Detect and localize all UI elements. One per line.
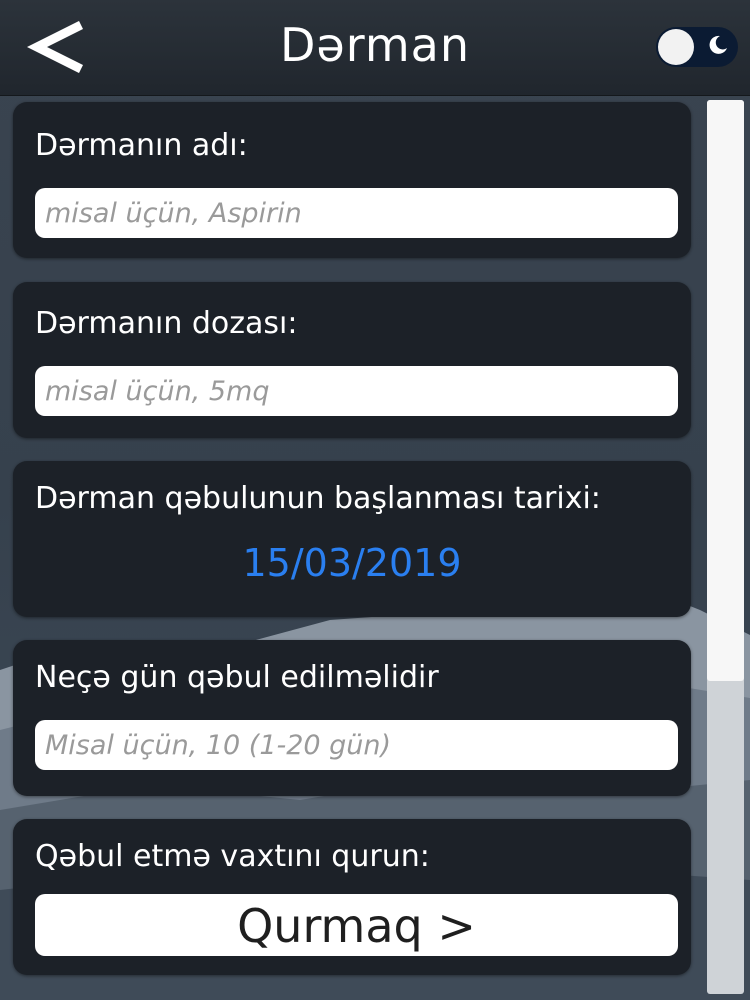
start-date-label: Dərman qəbulunun başlanması tarixi: — [35, 481, 601, 516]
page-title: Dərman — [280, 18, 470, 72]
dose-label: Dərmanın dozası: — [35, 306, 298, 341]
scrollbar-thumb[interactable] — [707, 100, 744, 681]
name-label: Dərmanın adı: — [35, 128, 248, 163]
days-card: Neçə gün qəbul edilməlidir Misal üçün, 1… — [13, 640, 691, 796]
days-input[interactable]: Misal üçün, 10 (1-20 gün) — [35, 720, 678, 770]
schedule-label: Qəbul etmə vaxtını qurun: — [35, 839, 430, 874]
toggle-knob — [658, 29, 694, 65]
moon-icon — [709, 35, 727, 54]
days-label: Neçə gün qəbul edilməlidir — [35, 660, 439, 695]
start-date-card: Dərman qəbulunun başlanması tarixi: 15/0… — [13, 461, 691, 617]
scrollbar[interactable] — [707, 100, 744, 994]
name-card: Dərmanın adı: misal üçün, Aspirin — [13, 102, 691, 258]
start-date-value[interactable]: 15/03/2019 — [13, 541, 691, 585]
dose-card: Dərmanın dozası: misal üçün, 5mq — [13, 282, 691, 438]
name-input[interactable]: misal üçün, Aspirin — [35, 188, 678, 238]
schedule-card: Qəbul etmə vaxtını qurun: Qurmaq > — [13, 819, 691, 975]
theme-toggle[interactable] — [656, 27, 738, 67]
app-header: Dərman — [0, 0, 750, 96]
dose-input[interactable]: misal üçün, 5mq — [35, 366, 678, 416]
form-scroll-area[interactable]: Dərmanın adı: misal üçün, Aspirin Dərman… — [0, 96, 750, 1000]
set-schedule-button[interactable]: Qurmaq > — [35, 894, 678, 956]
